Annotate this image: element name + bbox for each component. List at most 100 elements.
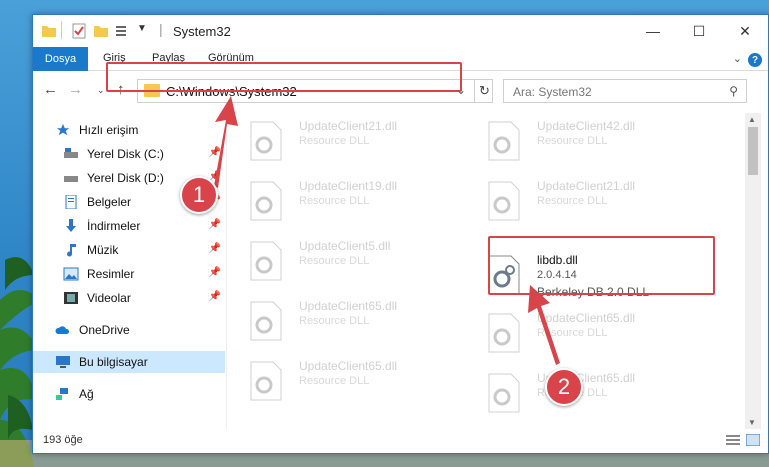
file-name: UpdateClient65.dll xyxy=(299,299,398,313)
sidebar-item-label: OneDrive xyxy=(79,323,130,337)
scroll-up-icon[interactable]: ▲ xyxy=(748,115,756,124)
close-button[interactable]: ✕ xyxy=(722,15,768,47)
file-name: UpdateClient5.dll xyxy=(299,239,391,253)
dll-file-icon xyxy=(250,361,282,401)
recent-locations-icon[interactable]: ⌄ xyxy=(97,85,105,96)
search-placeholder: Ara: System32 xyxy=(513,85,592,99)
details-view-icon[interactable] xyxy=(726,434,740,446)
file-name: UpdateClient21.dll xyxy=(299,119,398,133)
sidebar-item-label: Yerel Disk (C:) xyxy=(87,147,164,161)
dll-file-icon xyxy=(250,121,282,161)
network-icon xyxy=(56,388,68,400)
sidebar-item-pictures[interactable]: Resimler 📌 xyxy=(33,263,225,285)
separator xyxy=(61,21,62,39)
step-badge-1: 1 xyxy=(180,176,218,214)
minimize-button[interactable]: — xyxy=(630,15,676,47)
sidebar-item-downloads[interactable]: İndirmeler 📌 xyxy=(33,215,225,237)
sidebar-item-local-disk-c[interactable]: Yerel Disk (C:) 📌 xyxy=(33,143,225,165)
dll-file-icon xyxy=(250,181,282,221)
drive-icon xyxy=(64,148,78,158)
dll-file-icon xyxy=(250,301,282,341)
sidebar-item-onedrive[interactable]: OneDrive xyxy=(33,319,225,341)
list-item[interactable]: UpdateClient5.dll Resource DLL xyxy=(229,235,459,285)
pin-icon[interactable]: 📌 xyxy=(209,267,221,278)
file-name: UpdateClient21.dll xyxy=(537,179,636,193)
list-item[interactable]: UpdateClient65.dll Resource DLL xyxy=(229,295,459,345)
refresh-icon[interactable]: ↻ xyxy=(474,80,494,102)
chevron-down-icon[interactable]: ⌄ xyxy=(733,52,742,65)
file-description: Resource DLL xyxy=(537,327,608,339)
qat-dropdown-icon[interactable]: ▼ xyxy=(137,23,153,39)
large-icons-view-icon[interactable] xyxy=(746,434,760,446)
forward-arrow-icon[interactable]: → xyxy=(68,81,83,98)
file-name: UpdateClient65.dll xyxy=(537,311,636,325)
pin-icon[interactable]: 📌 xyxy=(209,291,221,302)
properties-icon[interactable] xyxy=(71,23,87,39)
star-icon xyxy=(56,123,70,136)
back-arrow-icon[interactable]: ← xyxy=(43,81,58,98)
help-icon[interactable]: ? xyxy=(748,53,762,67)
sidebar-item-network[interactable]: Ağ xyxy=(33,383,225,405)
file-description: Resource DLL xyxy=(537,195,608,207)
pin-icon[interactable]: 📌 xyxy=(209,147,221,158)
dll-file-icon xyxy=(488,121,520,161)
music-icon xyxy=(67,244,76,257)
tab-file[interactable]: Dosya xyxy=(33,47,88,71)
computer-icon xyxy=(56,356,70,368)
pictures-icon xyxy=(63,267,79,281)
dll-file-icon xyxy=(488,373,520,413)
documents-icon xyxy=(65,195,77,209)
pane-divider xyxy=(226,113,227,429)
step-badge-2: 2 xyxy=(545,368,583,406)
search-input[interactable]: Ara: System32 ⚲ xyxy=(503,79,747,103)
highlight-box-file xyxy=(488,236,715,295)
cloud-icon xyxy=(55,326,70,334)
sidebar-item-label: Bu bilgisayar xyxy=(79,355,148,369)
search-icon[interactable]: ⚲ xyxy=(729,84,738,98)
list-item[interactable]: UpdateClient65.dll Resource DLL xyxy=(229,355,459,405)
new-folder-icon[interactable] xyxy=(93,23,109,39)
sidebar-item-label: Yerel Disk (D:) xyxy=(87,171,164,185)
videos-icon xyxy=(64,292,78,304)
sidebar-item-label: Resimler xyxy=(87,267,135,281)
customize-toolbar-icon[interactable] xyxy=(115,23,131,39)
dll-file-icon xyxy=(250,241,282,281)
item-count: 193 öğe xyxy=(43,434,83,446)
drive-icon xyxy=(64,176,78,182)
list-item[interactable]: UpdateClient42.dll Resource DLL xyxy=(467,115,697,165)
vertical-scrollbar[interactable]: ▲ ▼ xyxy=(745,113,761,429)
sidebar-item-label: Müzik xyxy=(87,243,119,257)
list-item[interactable]: UpdateClient65.dll Resource DLL xyxy=(467,307,697,357)
file-description: Resource DLL xyxy=(299,315,370,327)
title-bar: ▼ | System32 — ☐ ✕ xyxy=(33,15,768,47)
file-name: UpdateClient65.dll xyxy=(299,359,398,373)
list-item[interactable]: UpdateClient21.dll Resource DLL xyxy=(467,175,697,225)
sidebar-item-this-pc[interactable]: Bu bilgisayar xyxy=(33,351,225,373)
sidebar-item-quick-access[interactable]: Hızlı erişim xyxy=(33,119,225,141)
sidebar-item-label: Videolar xyxy=(87,291,131,305)
file-name: UpdateClient42.dll xyxy=(537,119,636,133)
sidebar-item-label: Hızlı erişim xyxy=(79,123,139,137)
maximize-button[interactable]: ☐ xyxy=(676,15,722,47)
file-description: Resource DLL xyxy=(537,135,608,147)
sidebar-item-label: Belgeler xyxy=(87,195,132,209)
status-bar: 193 öğe xyxy=(33,429,768,453)
file-description: Resource DLL xyxy=(299,195,370,207)
file-description: Resource DLL xyxy=(299,375,370,387)
pin-icon[interactable]: 📌 xyxy=(209,219,221,230)
highlight-box-address xyxy=(106,62,462,92)
folder-icon xyxy=(42,26,56,37)
list-item[interactable]: UpdateClient19.dll Resource DLL xyxy=(229,175,459,225)
sidebar-item-videos[interactable]: Videolar 📌 xyxy=(33,287,225,309)
dll-file-icon xyxy=(488,313,520,353)
scroll-down-icon[interactable]: ▼ xyxy=(748,418,756,427)
file-description: Resource DLL xyxy=(299,135,370,147)
sidebar-item-music[interactable]: Müzik 📌 xyxy=(33,239,225,261)
navigation-pane: Hızlı erişim Yerel Disk (C:) 📌 Yerel Dis… xyxy=(33,113,225,429)
scrollbar-thumb[interactable] xyxy=(748,127,758,175)
sidebar-item-label: Ağ xyxy=(79,387,94,401)
list-item[interactable]: UpdateClient21.dll Resource DLL xyxy=(229,115,459,165)
sidebar-item-label: İndirmeler xyxy=(87,219,141,233)
pin-icon[interactable]: 📌 xyxy=(209,243,221,254)
window-title: System32 xyxy=(173,24,231,39)
